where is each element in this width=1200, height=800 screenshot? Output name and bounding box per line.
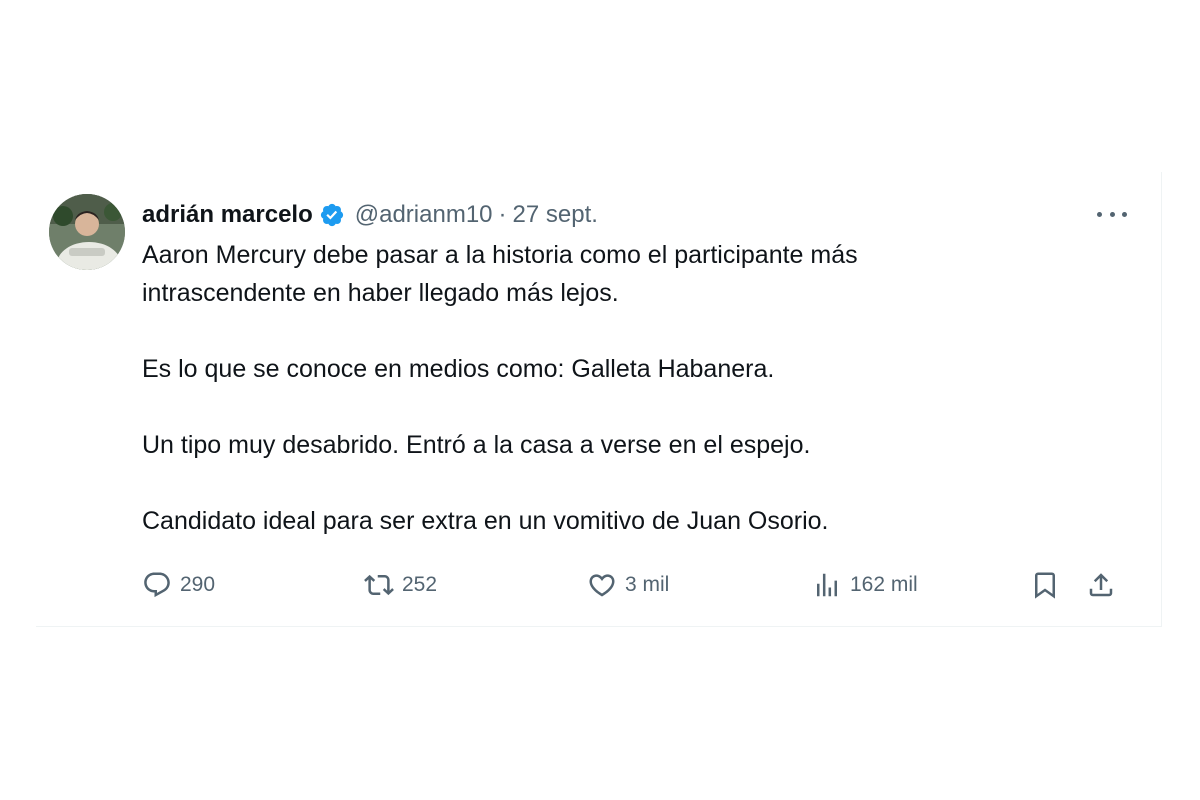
action-bar: 290 252 3 mil 162 mil bbox=[142, 567, 1132, 603]
reply-count: 290 bbox=[180, 573, 216, 596]
tweet-header: adrián marcelo @adrianm10 · 27 sept. bbox=[142, 198, 598, 232]
tweet-card[interactable]: adrián marcelo @adrianm10 · 27 sept. Aar… bbox=[36, 172, 1162, 627]
like-count: 3 mil bbox=[625, 573, 670, 596]
separator-dot: · bbox=[498, 201, 507, 228]
views-count: 162 mil bbox=[850, 573, 918, 596]
bookmark-icon bbox=[1035, 572, 1055, 599]
author-display-name[interactable]: adrián marcelo bbox=[142, 201, 313, 229]
tweet-date[interactable]: 27 sept. bbox=[513, 201, 598, 229]
tweet-paragraph: Aaron Mercury debe pasar a la historia c… bbox=[142, 241, 858, 269]
share-icon bbox=[1089, 573, 1113, 597]
retweet-icon bbox=[364, 574, 394, 596]
reply-button[interactable]: 290 bbox=[142, 567, 215, 603]
tweet-paragraph: Candidato ideal para ser extra en un vom… bbox=[142, 507, 829, 535]
like-button[interactable]: 3 mil bbox=[587, 567, 669, 603]
retweet-count: 252 bbox=[402, 573, 438, 596]
tweet-paragraph: Un tipo muy desabrido. Entró a la casa a… bbox=[142, 431, 811, 459]
verified-badge-icon bbox=[319, 202, 345, 228]
retweet-button[interactable]: 252 bbox=[364, 567, 437, 603]
reply-icon bbox=[144, 572, 170, 598]
heart-icon bbox=[589, 574, 615, 597]
bookmark-button[interactable] bbox=[1030, 567, 1060, 603]
views-button[interactable]: 162 mil bbox=[812, 567, 918, 603]
share-button[interactable] bbox=[1086, 567, 1116, 603]
ellipsis-icon[interactable] bbox=[1097, 202, 1127, 226]
views-icon bbox=[817, 573, 837, 597]
author-handle[interactable]: @adrianm10 bbox=[355, 201, 493, 229]
avatar[interactable] bbox=[49, 194, 125, 270]
tweet-text: Aaron Mercury debe pasar a la historia c… bbox=[142, 236, 1082, 540]
tweet-paragraph: Es lo que se conoce en medios como: Gall… bbox=[142, 355, 775, 383]
tweet-paragraph: intrascendente en haber llegado más lejo… bbox=[142, 279, 619, 307]
